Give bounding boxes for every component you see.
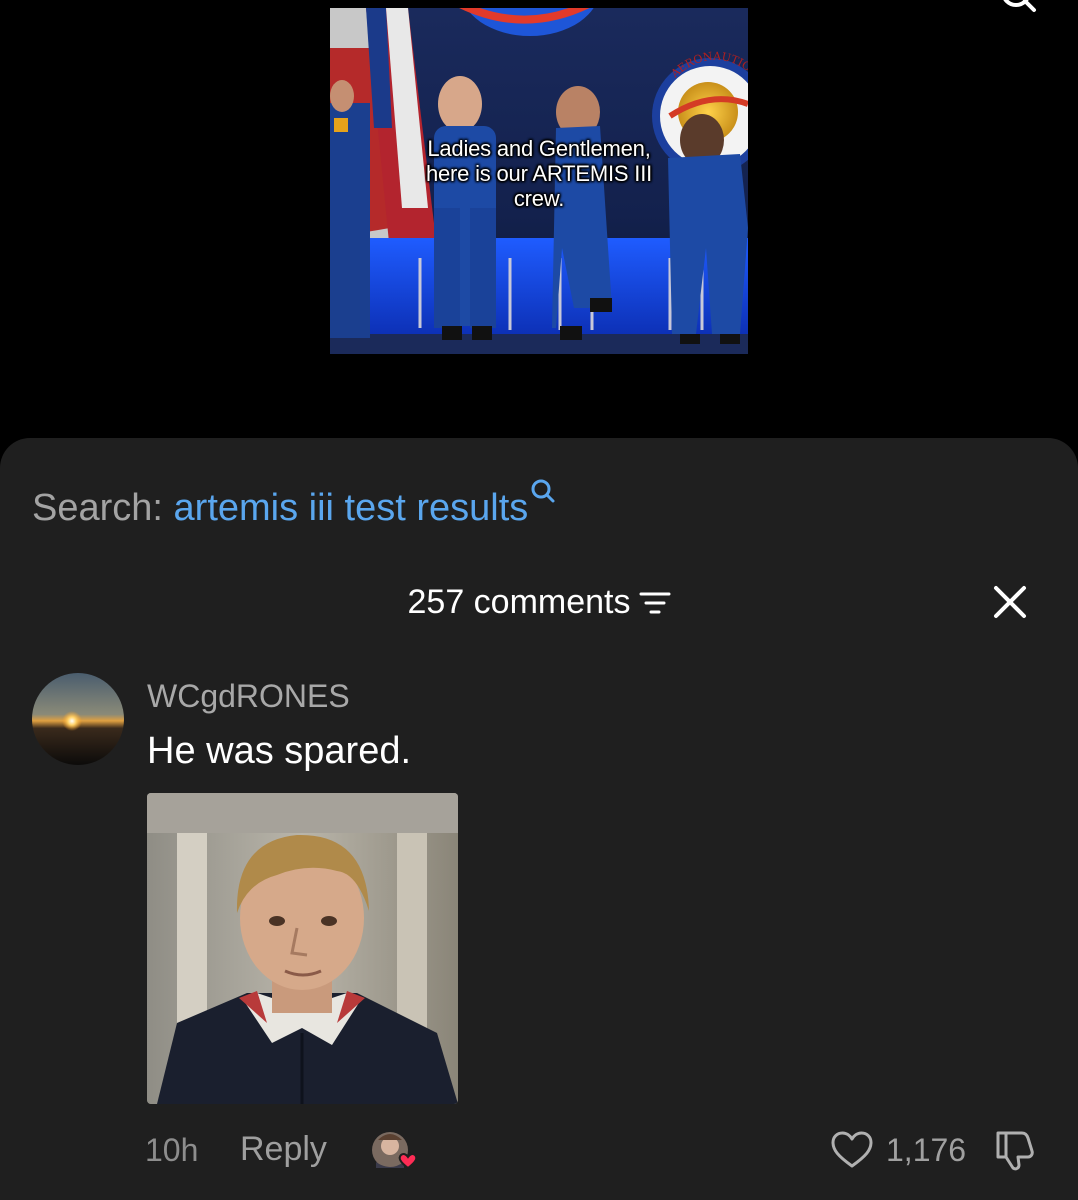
app-screen: AERONAUTICS Ladies and Gentlemen, here i… xyxy=(0,0,1078,1200)
search-prefix: Search: xyxy=(32,487,163,529)
comments-header: 257 comments xyxy=(0,580,1078,624)
close-icon[interactable] xyxy=(988,580,1032,624)
comment-text: He was spared. xyxy=(147,730,412,772)
reply-button[interactable]: Reply xyxy=(240,1128,327,1170)
avatar-image xyxy=(32,673,124,765)
search-icon[interactable] xyxy=(998,0,1038,18)
comment-image-content xyxy=(147,793,458,1104)
video-thumbnail: AERONAUTICS xyxy=(330,8,748,354)
comment-timestamp: 10h xyxy=(145,1132,199,1168)
comment-username[interactable]: WCgdRONES xyxy=(147,676,350,716)
search-icon xyxy=(531,479,555,503)
heart-icon xyxy=(831,1131,873,1168)
video-player[interactable]: AERONAUTICS Ladies and Gentlemen, here i… xyxy=(330,8,748,354)
creator-liked-avatar-icon xyxy=(372,1132,418,1170)
comment-count: 257 comments xyxy=(407,583,631,621)
like-count: 1,176 xyxy=(886,1132,967,1168)
search-query-link[interactable]: artemis iii test results xyxy=(174,487,529,529)
like-button[interactable]: 1,176 xyxy=(830,1127,966,1173)
avatar[interactable] xyxy=(32,673,124,765)
search-suggestion[interactable]: Search: artemis iii test results xyxy=(32,478,556,531)
sort-filter-icon[interactable] xyxy=(639,590,671,616)
dislike-icon[interactable] xyxy=(992,1127,1038,1173)
comment-attached-image[interactable] xyxy=(147,793,458,1104)
